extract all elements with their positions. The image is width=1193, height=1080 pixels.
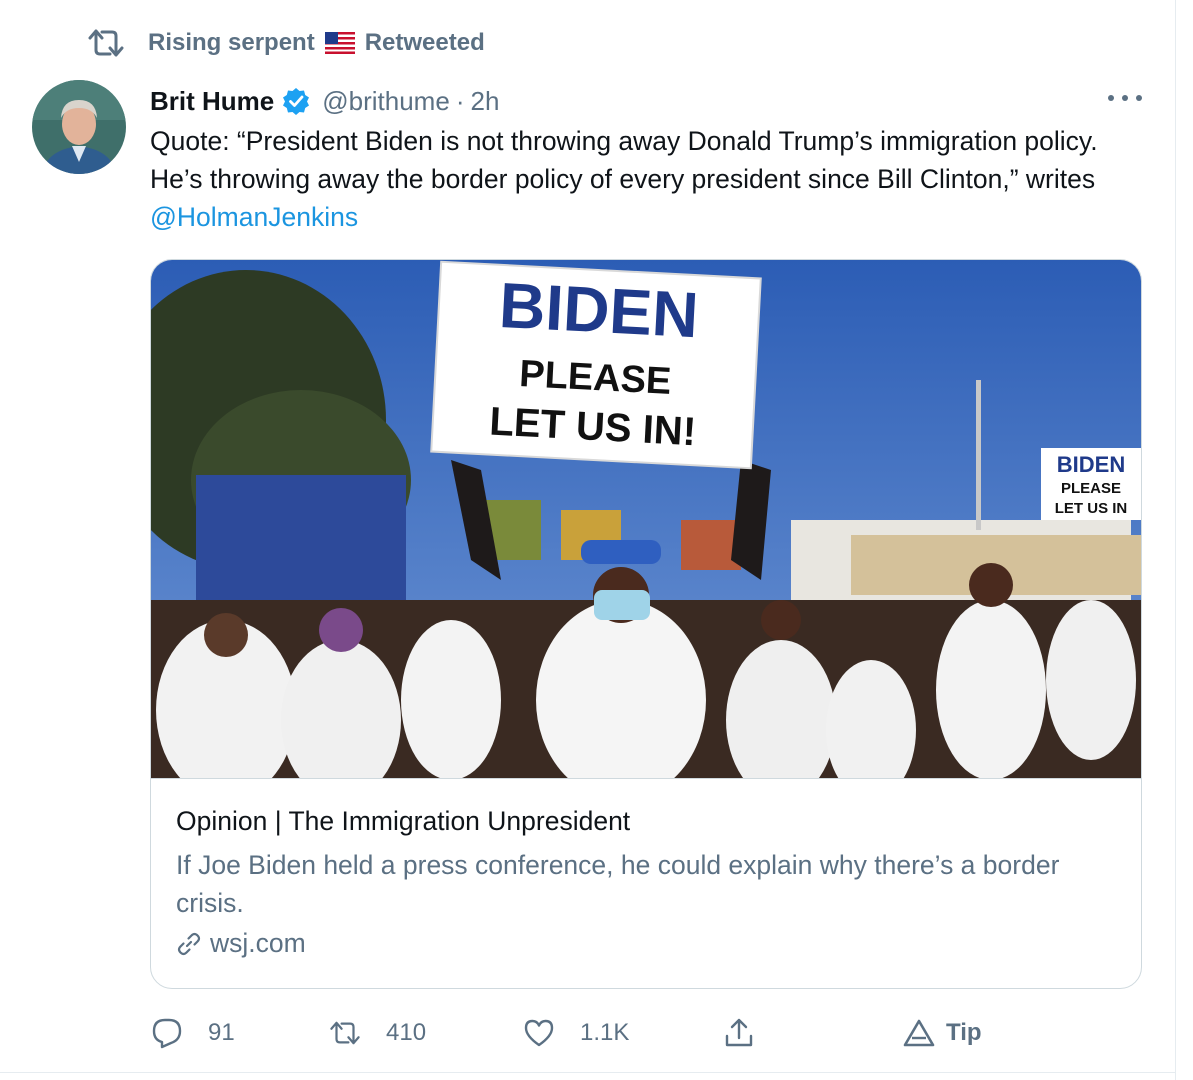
heart-icon (524, 1019, 554, 1047)
more-options-icon[interactable] (1108, 88, 1142, 108)
sign-small-line2: PLEASE (1061, 480, 1121, 497)
sign-main-line2: PLEASE (518, 353, 672, 403)
link-icon (177, 932, 201, 955)
timeline-right-border (1175, 0, 1176, 1080)
tip-button[interactable]: Tip (902, 1010, 982, 1056)
retweeted-label: Retweeted (364, 29, 485, 56)
sign-main-line1: BIDEN (498, 269, 701, 351)
us-flag-icon (324, 32, 355, 54)
card-description: If Joe Biden held a press conference, he… (176, 850, 1060, 918)
tweet-bottom-border (0, 1072, 1176, 1073)
reply-button[interactable]: 91 (150, 1010, 235, 1056)
like-count: 1.1K (580, 1019, 630, 1046)
tweet-text: Quote: “President Biden is not throwing … (150, 122, 1140, 236)
tweet-body: Quote: “President Biden is not throwing … (150, 126, 1098, 194)
author-name[interactable]: Brit Hume (150, 86, 274, 117)
tweet-timestamp[interactable]: 2h (470, 86, 499, 117)
retweet-count: 410 (386, 1019, 427, 1046)
author-handle[interactable]: @brithume (322, 86, 450, 117)
share-button[interactable] (722, 1010, 756, 1056)
reply-count: 91 (208, 1019, 235, 1046)
retweet-action-icon (330, 1021, 360, 1045)
retweet-context: Rising serpent Retweeted (86, 26, 485, 60)
link-card[interactable]: BIDEN PLEASE LET US IN! BIDEN PLEASE LET… (150, 259, 1142, 989)
avatar[interactable] (32, 80, 126, 174)
sign-small-line1: BIDEN (1057, 452, 1125, 477)
header-separator: · (455, 85, 465, 116)
mention-link[interactable]: @HolmanJenkins (150, 202, 358, 232)
card-title: Opinion | The Immigration Unpresident (176, 806, 631, 836)
share-icon (725, 1018, 753, 1047)
card-domain: wsj.com (176, 928, 306, 959)
reply-icon (152, 1018, 182, 1049)
sign-small-line3: LET US IN (1055, 500, 1128, 517)
retweet-icon (86, 26, 126, 60)
tweet-header: Brit Hume @brithume · 2h (150, 82, 499, 120)
retweet-button[interactable]: 410 (328, 1010, 426, 1056)
like-button[interactable]: 1.1K (522, 1010, 629, 1056)
verified-badge-icon (283, 88, 310, 115)
tip-label: Tip (946, 1019, 982, 1046)
card-image[interactable]: BIDEN PLEASE LET US IN! BIDEN PLEASE LET… (151, 260, 1141, 800)
retweeter-name[interactable]: Rising serpent (148, 29, 315, 57)
tip-icon (903, 1019, 935, 1047)
card-domain-text: wsj.com (210, 928, 306, 958)
